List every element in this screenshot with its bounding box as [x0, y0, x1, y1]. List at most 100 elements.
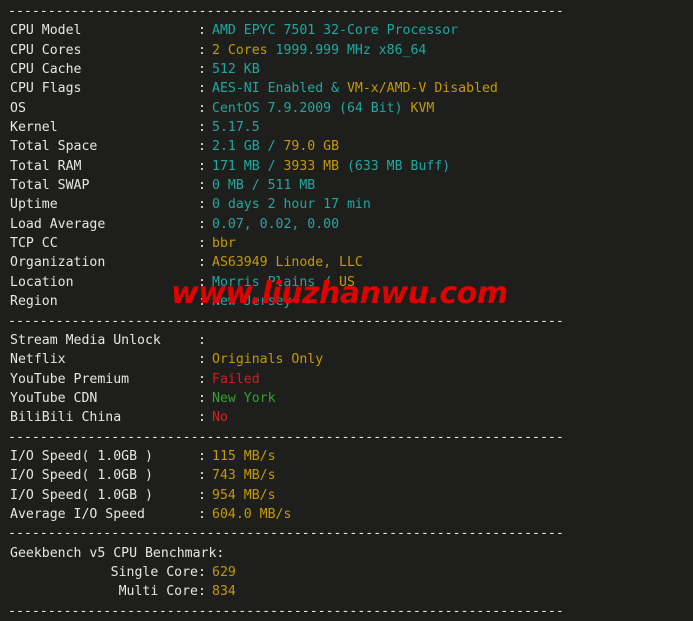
row-value: CentOS 7.9.2009 (64 Bit) — [212, 100, 411, 116]
row-value: / — [315, 274, 340, 290]
row-value: / — [259, 139, 284, 155]
row-colon: : — [198, 294, 206, 310]
row-colon: : — [198, 390, 206, 406]
row-label: Region — [10, 294, 58, 310]
row-colon: : — [198, 158, 206, 174]
separator-after-stream: ----------------------------------------… — [0, 428, 693, 447]
row-label: Organization — [10, 255, 106, 271]
separator-dashes: ----------------------------------------… — [8, 313, 564, 329]
row-value: (633 MB Buff) — [339, 158, 451, 174]
separator-dashes: ----------------------------------------… — [8, 603, 564, 619]
row-colon: : — [198, 506, 206, 522]
row-label: Total RAM — [10, 158, 82, 174]
row-label: Uptime — [10, 197, 58, 213]
info-row-organization: Organization: AS63949 Linode, LLC — [0, 253, 693, 272]
row-colon: : — [198, 564, 206, 580]
row-value: 5.17.5 — [212, 120, 260, 136]
row-label: BiliBili China — [10, 410, 122, 426]
row-colon: : — [198, 371, 206, 387]
info-row-total-swap: Total SWAP:0 MB / 511 MB — [0, 176, 693, 195]
geekbench-title-row: Geekbench v5 CPU Benchmark: — [0, 544, 693, 563]
row-colon: : — [198, 42, 206, 58]
info-row-youtube-cdn: YouTube CDN: New York — [0, 389, 693, 408]
row-colon: : — [198, 81, 206, 97]
info-row-location: Location: Morris Plains / US — [0, 273, 693, 292]
separator-bottom: ----------------------------------------… — [0, 602, 693, 621]
row-label: Load Average — [10, 216, 106, 232]
row-label: Multi Core — [118, 584, 198, 600]
separator-after-io: ----------------------------------------… — [0, 524, 693, 543]
info-row-netflix: Netflix: Originals Only — [0, 350, 693, 369]
row-value: US — [339, 274, 355, 290]
row-label: TCP CC — [10, 236, 58, 252]
row-value: AMD EPYC 7501 32-Core Processor — [212, 23, 459, 39]
row-colon: : — [198, 120, 206, 136]
row-colon: : — [198, 139, 206, 155]
row-colon: : — [198, 352, 206, 368]
row-value: 604.0 MB/s — [212, 506, 292, 522]
row-value: No — [212, 410, 228, 426]
row-colon: : — [198, 448, 206, 464]
row-label: Stream Media Unlock — [10, 332, 161, 348]
row-label: CPU Cache — [10, 62, 82, 78]
row-label: CPU Model — [10, 23, 82, 39]
row-label: Total Space — [10, 139, 98, 155]
row-colon: : — [198, 332, 206, 348]
terminal-window: ----------------------------------------… — [0, 0, 693, 619]
separator-dashes: ----------------------------------------… — [8, 526, 564, 542]
row-value: 0.07, 0.02, 0.00 — [212, 216, 340, 232]
row-value: 115 MB/s — [212, 448, 276, 464]
system-info-section: CPU Model: AMD EPYC 7501 32-Core Processo… — [0, 21, 693, 311]
geekbench-rows: Single Core: 629 Multi Core: 834 — [0, 563, 693, 602]
info-row-cpu-cache: CPU Cache:512 KB — [0, 60, 693, 79]
info-row-i-o-speed-1-0gb: I/O Speed( 1.0GB ):954 MB/s — [0, 486, 693, 505]
row-value: Failed — [212, 371, 260, 387]
stream-media-section: Stream Media Unlock: Netflix: Originals On… — [0, 331, 693, 428]
separator-dashes: ----------------------------------------… — [8, 4, 564, 19]
row-colon: : — [198, 487, 206, 503]
info-row-tcp-cc: TCP CC: bbr — [0, 234, 693, 253]
row-label: I/O Speed( 1.0GB ) — [10, 487, 153, 503]
info-row-stream-media-unlock: Stream Media Unlock: — [0, 331, 693, 350]
row-value: 79.0 GB — [283, 139, 340, 155]
io-speed-section: I/O Speed( 1.0GB ):115 MB/s I/O Speed( 1.… — [0, 447, 693, 524]
row-value: 1999.999 MHz x86_64 — [267, 42, 427, 58]
info-row-cpu-flags: CPU Flags: AES-NI Enabled & VM-x/AMD-V Di… — [0, 79, 693, 98]
row-colon: : — [198, 255, 206, 271]
row-label: YouTube CDN — [10, 390, 98, 406]
row-label: CPU Cores — [10, 42, 82, 58]
row-colon: : — [198, 62, 206, 78]
row-label: I/O Speed( 1.0GB ) — [10, 468, 153, 484]
separator-after-system: ----------------------------------------… — [0, 312, 693, 331]
info-row-kernel: Kernel:5.17.5 — [0, 118, 693, 137]
row-value: VM-x/AMD-V Disabled — [346, 81, 498, 97]
row-value: New Jersey — [212, 294, 292, 310]
info-row-average-i-o-speed: Average I/O Speed:604.0 MB/s — [0, 505, 693, 524]
info-row-cpu-model: CPU Model: AMD EPYC 7501 32-Core Processo… — [0, 21, 693, 40]
row-value: 171 MB — [212, 158, 260, 174]
row-value: 2.1 GB — [212, 139, 260, 155]
row-colon: : — [198, 23, 206, 39]
info-row-bilibili-china: BiliBili China: No — [0, 408, 693, 427]
separator-top: ----------------------------------------… — [0, 2, 693, 21]
info-row-multi-core: Multi Core: 834 — [0, 582, 693, 601]
info-row-uptime: Uptime:0 days 2 hour 17 min — [0, 195, 693, 214]
row-label: Single Core — [110, 564, 198, 580]
row-value: Originals Only — [212, 352, 324, 368]
info-row-i-o-speed-1-0gb: I/O Speed( 1.0GB ):743 MB/s — [0, 466, 693, 485]
row-value: bbr — [212, 236, 236, 252]
row-label: Kernel — [10, 120, 58, 136]
row-value: / — [259, 158, 284, 174]
geekbench-section: Geekbench v5 CPU Benchmark: Single Core:… — [0, 544, 693, 602]
info-row-cpu-cores: CPU Cores:2 Cores 1999.999 MHz x86_64 — [0, 41, 693, 60]
row-colon: : — [198, 584, 206, 600]
row-label: Netflix — [10, 352, 66, 368]
info-row-os: OS: CentOS 7.9.2009 (64 Bit) KVM — [0, 99, 693, 118]
row-value: 512 KB — [212, 62, 260, 78]
row-label: CPU Flags — [10, 81, 82, 97]
separator-dashes: ----------------------------------------… — [8, 429, 564, 445]
row-value: 834 — [212, 584, 236, 600]
row-colon: : — [198, 468, 206, 484]
row-value: AES-NI Enabled & — [212, 81, 347, 97]
row-label: YouTube Premium — [10, 371, 130, 387]
